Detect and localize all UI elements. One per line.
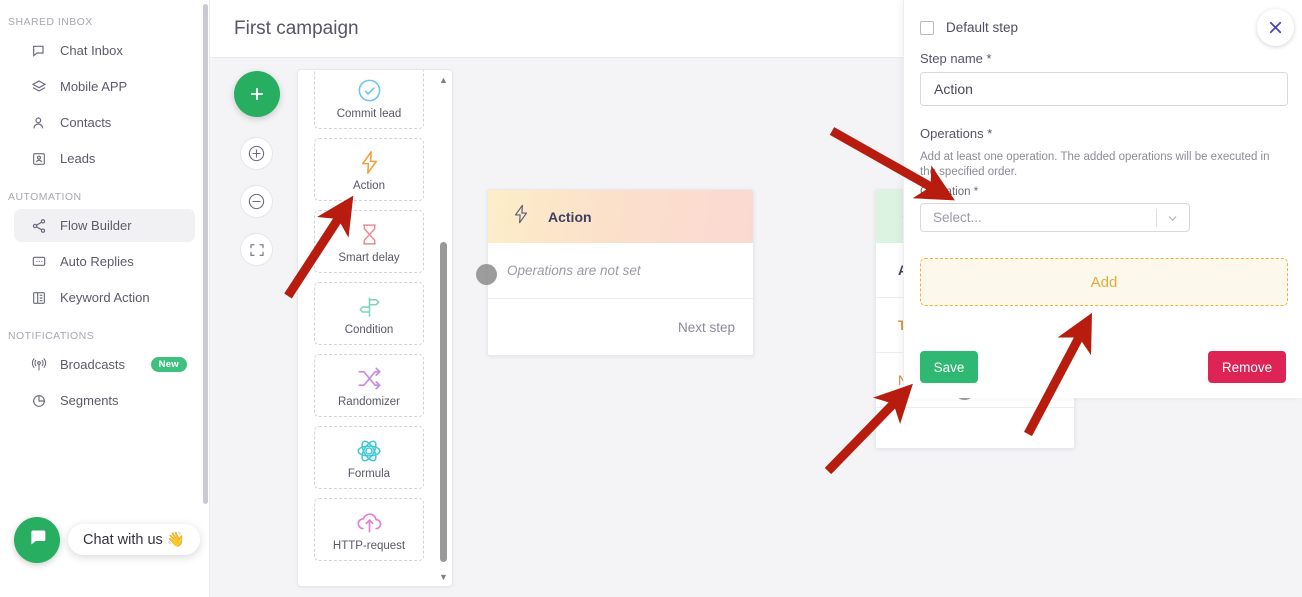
add-node-button[interactable] xyxy=(234,71,280,117)
node-palette[interactable]: Commit lead Action Smart delay Condition… xyxy=(297,69,453,587)
save-button[interactable]: Save xyxy=(920,351,978,383)
status-badge: New xyxy=(150,357,187,372)
check-circle-icon xyxy=(356,76,383,106)
action-node[interactable]: Action Operations are not set Next step xyxy=(487,189,754,356)
sidebar-item-label: Segments xyxy=(60,393,119,408)
action-node-next-step[interactable]: Next step xyxy=(488,299,753,355)
checkbox-box[interactable] xyxy=(920,20,934,35)
shuffle-icon xyxy=(356,364,383,394)
default-step-checkbox[interactable]: Default step xyxy=(920,20,1018,35)
palette-item-label: HTTP-request xyxy=(332,539,406,552)
palette-item-label: Smart delay xyxy=(338,251,400,264)
palette-item-http-request[interactable]: HTTP-request xyxy=(314,498,424,561)
plus-icon xyxy=(251,88,263,100)
id-card-icon xyxy=(30,150,47,167)
operation-select[interactable]: Select... xyxy=(920,203,1190,232)
sidebar-item-broadcasts[interactable]: Broadcasts New xyxy=(14,348,195,381)
sidebar-item-flow-builder[interactable]: Flow Builder xyxy=(14,209,195,242)
action-node-header: Action xyxy=(488,190,753,243)
sidebar-scrollbar[interactable] xyxy=(203,4,208,504)
sidebar-section-title: NOTIFICATIONS xyxy=(8,330,95,342)
chevron-down-icon[interactable] xyxy=(1164,210,1181,227)
fit-screen-icon xyxy=(249,243,264,256)
pie-chart-icon xyxy=(30,392,47,409)
palette-item-label: Condition xyxy=(344,323,394,336)
atom-icon xyxy=(355,436,383,466)
sidebar-section-title: AUTOMATION xyxy=(8,191,82,203)
sidebar-item-label: Chat Inbox xyxy=(60,43,123,58)
operations-label: Operations * xyxy=(920,126,993,141)
close-panel-button[interactable] xyxy=(1257,9,1294,46)
scroll-down-arrow[interactable]: ▼ xyxy=(439,573,448,582)
select-divider xyxy=(1156,209,1157,227)
close-icon xyxy=(1269,21,1282,34)
palette-item-label: Commit lead xyxy=(336,107,402,120)
operation-label: Operation * xyxy=(920,186,979,198)
chat-widget-button[interactable] xyxy=(14,517,60,563)
zoom-out-icon xyxy=(248,193,265,210)
page-title: First campaign xyxy=(234,18,359,39)
sidebar-item-label: Flow Builder xyxy=(60,218,132,233)
sidebar-item-contacts[interactable]: Contacts xyxy=(14,106,195,139)
palette-item-smart-delay[interactable]: Smart delay xyxy=(314,210,424,273)
hourglass-icon xyxy=(357,220,382,250)
sidebar-item-label: Auto Replies xyxy=(60,254,134,269)
palette-item-formula[interactable]: Formula xyxy=(314,426,424,489)
layers-icon xyxy=(30,78,47,95)
fit-screen-button[interactable] xyxy=(240,233,273,266)
sidebar-section-title: SHARED INBOX xyxy=(8,16,93,28)
default-step-label: Default step xyxy=(946,20,1019,35)
sidebar-item-chat-inbox[interactable]: Chat Inbox xyxy=(14,34,195,67)
cloud-upload-icon xyxy=(355,508,384,538)
operation-select-placeholder: Select... xyxy=(933,210,982,225)
step-settings-panel: Default step Step name * Operations * Ad… xyxy=(903,0,1302,398)
sidebar-item-label: Broadcasts xyxy=(60,357,126,372)
step-name-label: Step name * xyxy=(920,51,992,66)
remove-button[interactable]: Remove xyxy=(1208,351,1286,383)
columns-icon xyxy=(30,289,47,306)
sidebar-item-label: Mobile APP xyxy=(60,79,128,94)
share-nodes-icon xyxy=(30,217,47,234)
palette-item-action[interactable]: Action xyxy=(314,138,424,201)
sidebar-item-label: Leads xyxy=(60,151,96,166)
palette-item-label: Formula xyxy=(347,467,391,480)
sidebar-item-label: Keyword Action xyxy=(60,290,150,305)
palette-scrollbar[interactable]: ▲ ▼ xyxy=(439,76,448,582)
zoom-out-button[interactable] xyxy=(240,185,273,218)
broadcast-icon xyxy=(30,356,47,373)
palette-item-randomizer[interactable]: Randomizer xyxy=(314,354,424,417)
node-input-port[interactable] xyxy=(476,264,497,285)
message-dots-icon xyxy=(30,253,47,270)
palette-item-condition[interactable]: Condition xyxy=(314,282,424,345)
sidebar-item-segments[interactable]: Segments xyxy=(14,384,195,417)
sidebar-item-label: Contacts xyxy=(60,115,112,130)
sidebar-item-mobile-app[interactable]: Mobile APP xyxy=(14,70,195,103)
palette-scroll-thumb[interactable] xyxy=(440,242,447,562)
lightning-icon xyxy=(356,148,383,178)
action-node-title: Action xyxy=(548,208,592,225)
signpost-icon xyxy=(356,292,383,322)
chat-bubble-icon xyxy=(27,527,48,553)
operations-hint: Add at least one operation. The added op… xyxy=(920,151,1270,178)
scroll-up-arrow[interactable]: ▲ xyxy=(439,76,448,85)
step-name-input[interactable] xyxy=(920,72,1288,106)
palette-item-label: Action xyxy=(353,179,385,192)
lightning-icon xyxy=(510,203,532,230)
zoom-in-button[interactable] xyxy=(240,137,273,170)
person-icon xyxy=(30,114,47,131)
add-operation-button[interactable]: Add xyxy=(920,258,1288,306)
chat-icon xyxy=(30,42,47,59)
sidebar-item-auto-replies[interactable]: Auto Replies xyxy=(14,245,195,278)
chat-widget-label[interactable]: Chat with us 👋 xyxy=(68,524,200,555)
sidebar-item-keyword-action[interactable]: Keyword Action xyxy=(14,281,195,314)
sidebar: SHARED INBOX Chat Inbox Mobile APP Conta… xyxy=(0,0,210,597)
palette-item-commit-lead[interactable]: Commit lead xyxy=(314,70,424,129)
zoom-in-icon xyxy=(248,145,265,162)
action-node-body: Operations are not set xyxy=(488,243,753,299)
palette-item-label: Randomizer xyxy=(338,395,400,408)
sidebar-item-leads[interactable]: Leads xyxy=(14,142,195,175)
